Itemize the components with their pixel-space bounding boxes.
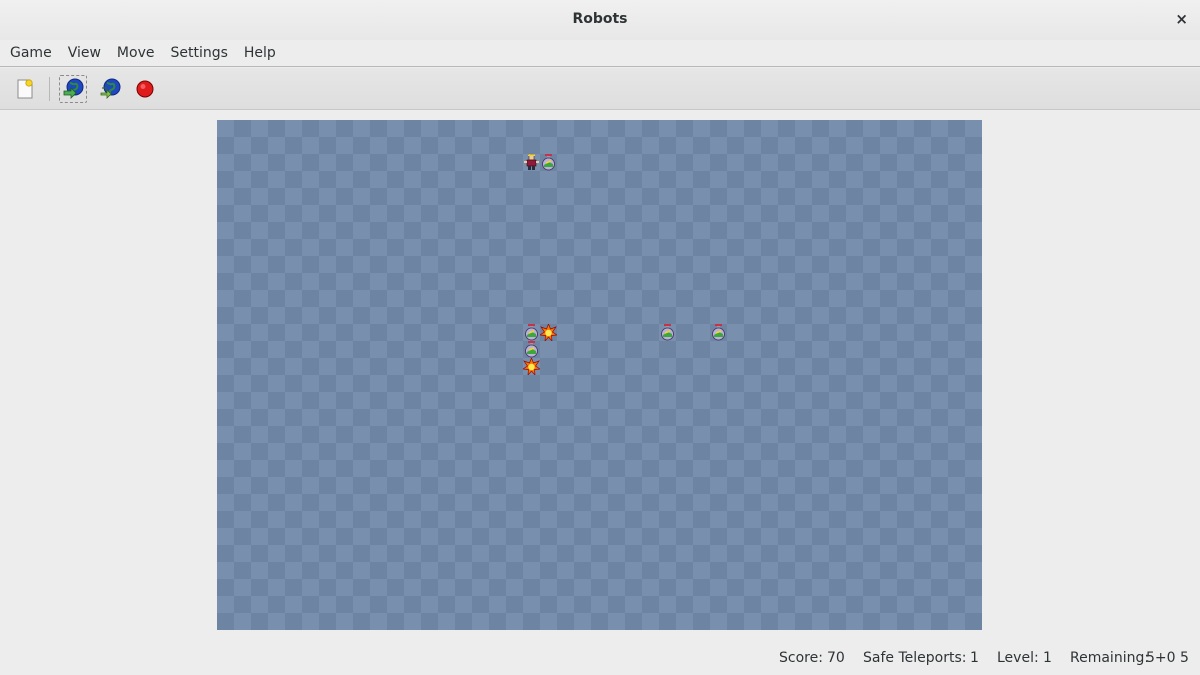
teleport-button[interactable] [59, 75, 87, 103]
robot-icon [661, 324, 674, 341]
level-value: 1 [1043, 650, 1052, 666]
new-document-icon [17, 79, 33, 99]
robot-icon [525, 341, 538, 358]
random-teleport-globe-icon [100, 78, 121, 99]
new-game-button[interactable] [11, 75, 39, 103]
status-bar: Score: 70 Safe Teleports: 1 Level: 1 Rem… [0, 645, 1200, 675]
robot-icon [712, 324, 725, 341]
wait-button[interactable] [131, 75, 159, 103]
teleport-globe-icon [63, 78, 84, 99]
close-icon[interactable]: × [1175, 10, 1188, 28]
window-title: Robots [572, 11, 628, 27]
toolbar [0, 68, 1200, 110]
random-teleport-button[interactable] [96, 75, 124, 103]
menu-help[interactable]: Help [236, 45, 284, 61]
menu-view[interactable]: View [60, 45, 109, 61]
menu-game[interactable]: Game [2, 45, 60, 61]
junk-heap-icon [540, 324, 557, 341]
safe-teleports-label: Safe Teleports: [863, 650, 967, 666]
junk-heap-icon [523, 358, 540, 375]
safe-teleports-value: 1 [970, 650, 979, 666]
game-board[interactable] [217, 120, 982, 630]
toolbar-separator [49, 77, 50, 101]
menu-bar: Game View Move Settings Help [0, 40, 1200, 67]
robot-icon [542, 154, 555, 171]
title-bar: Robots × [0, 0, 1200, 40]
score-label: Score: [779, 650, 823, 666]
menu-settings[interactable]: Settings [162, 45, 235, 61]
score-value: 70 [827, 650, 845, 666]
remaining-value: 5+0 5 [1146, 650, 1189, 666]
stop-icon [136, 80, 154, 98]
robot-icon [525, 324, 538, 341]
menu-move[interactable]: Move [109, 45, 163, 61]
level-label: Level: [997, 650, 1039, 666]
player-icon [524, 154, 539, 170]
remaining-label: Remaining: [1070, 650, 1150, 666]
